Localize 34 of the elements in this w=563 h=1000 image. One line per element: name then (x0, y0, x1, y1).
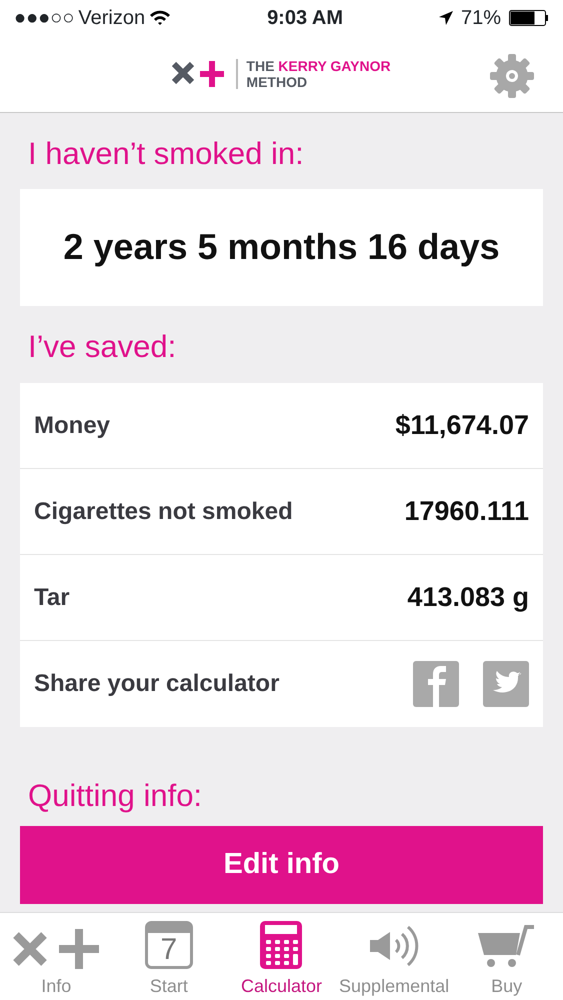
location-arrow-icon (438, 10, 453, 24)
logo-text: THE KERRY GAYNOR METHOD (246, 58, 391, 90)
settings-icon[interactable] (489, 53, 535, 99)
edit-info-button[interactable]: Edit info (20, 826, 543, 904)
duration-value: 2 years 5 months 16 days (20, 188, 543, 306)
facebook-icon[interactable] (413, 661, 459, 707)
section-heading: Quitting info: (27, 777, 204, 815)
section-heading: I’ve saved: (27, 328, 178, 366)
carrier-name: Verizon (78, 6, 146, 30)
tab-button[interactable]: Supplemental (338, 913, 450, 1000)
row-value: 17960.111 (404, 495, 529, 528)
calculator-icon (260, 921, 302, 969)
tab-button[interactable]: Calculator (225, 913, 338, 1000)
tab-button[interactable]: Info (0, 913, 113, 1000)
tab-button[interactable]: Buy (450, 913, 563, 1000)
row-value: 413.083 g (407, 581, 529, 614)
wifi-icon (149, 10, 172, 26)
section-heading: I haven’t smoked in: (27, 135, 305, 173)
tab-button[interactable]: 7 Start (112, 913, 226, 1000)
calendar-day: 7 (160, 933, 178, 967)
row-label: Share your calculator (34, 669, 280, 699)
row-label: Cigarettes not smoked (34, 496, 293, 526)
twitter-bird-icon[interactable] (483, 661, 529, 707)
row-label: Tar (34, 582, 70, 612)
cross-plus-icon (12, 929, 100, 969)
shopping-cart-icon (478, 923, 536, 969)
battery-icon (508, 10, 549, 26)
row-value: $11,674.07 (395, 409, 529, 442)
clock-time: 9:03 AM (267, 6, 344, 30)
battery-percent: 71% (460, 6, 501, 30)
speaker-icon (368, 923, 420, 969)
calendar-icon (144, 921, 193, 969)
row-label: Money (34, 410, 110, 440)
signal-strength: ●●●○○ (14, 6, 74, 30)
